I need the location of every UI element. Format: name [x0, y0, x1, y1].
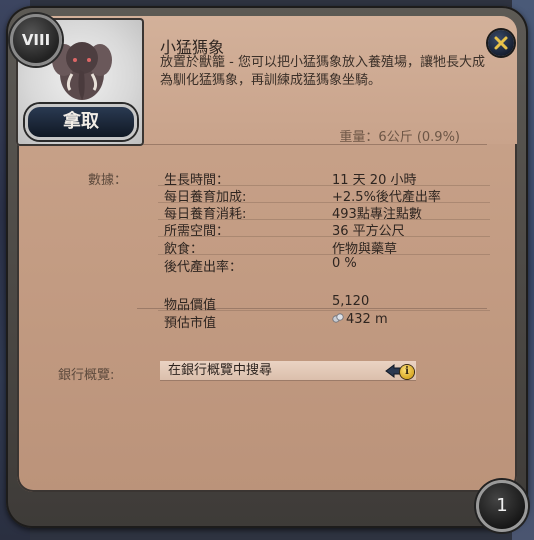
stats-section-label: 數據： [88, 173, 128, 188]
tier-badge: VIII [10, 14, 62, 66]
weight-value: 6公斤 (0.9%) [378, 130, 460, 145]
market-value-label: 預估市值 [164, 316, 217, 331]
bank-search-button[interactable]: 在銀行概覽中搜尋 [160, 361, 416, 381]
market-value-text: 432 m [346, 312, 388, 327]
stack-count-badge: 1 [476, 480, 528, 532]
item-description: 放置於獸籠 - 您可以把小猛獁象放入養殖場，讓牠長大成為馴化猛獁象，再訓練成猛獁… [160, 55, 485, 88]
close-button[interactable] [488, 30, 514, 56]
item-value: 5,120 [332, 294, 370, 309]
silver-coin-icon [332, 313, 344, 323]
take-button[interactable]: 拿取 [25, 104, 137, 140]
row-divider [158, 236, 490, 237]
market-value: 432 m [332, 312, 388, 327]
close-icon [494, 36, 508, 50]
item-weight: 重量：6公斤 (0.9%) [160, 126, 460, 145]
info-icon[interactable]: i [400, 365, 414, 379]
row-divider [158, 254, 490, 255]
weight-label: 重量： [339, 130, 379, 145]
stat-value: 0 % [332, 256, 357, 271]
stat-label: 後代產出率： [164, 260, 243, 275]
bank-overview-label: 銀行概覽: [58, 368, 115, 383]
row-divider [158, 310, 490, 311]
